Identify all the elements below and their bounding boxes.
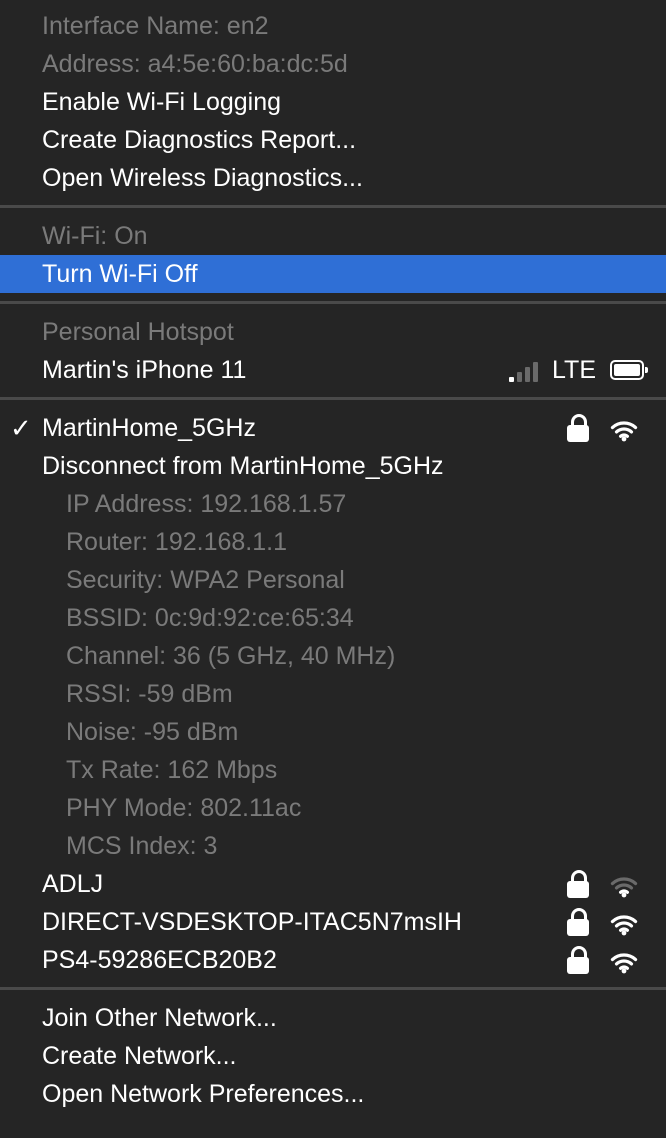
open-wireless-diagnostics-item[interactable]: Open Wireless Diagnostics... — [0, 159, 666, 197]
wifi-status: Wi-Fi: On — [42, 222, 148, 250]
network-name: PS4-59286ECB20B2 — [42, 946, 277, 974]
separator — [0, 397, 666, 400]
separator — [0, 987, 666, 990]
lock-icon — [566, 869, 590, 899]
join-other-network-item[interactable]: Join Other Network... — [0, 999, 666, 1037]
detail-rssi: RSSI: -59 dBm — [66, 680, 233, 708]
network-item-direct-vsdesktop[interactable]: DIRECT-VSDESKTOP-ITAC5N7msIH — [0, 903, 666, 941]
separator — [0, 301, 666, 304]
wifi-menu: Interface Name: en2 Address: a4:5e:60:ba… — [0, 0, 666, 1138]
network-name: DIRECT-VSDESKTOP-ITAC5N7msIH — [42, 908, 462, 936]
detail-router: Router: 192.168.1.1 — [66, 528, 287, 556]
detail-ip-address: IP Address: 192.168.1.57 — [66, 490, 347, 518]
cellular-signal-icon — [509, 362, 538, 382]
detail-tx-rate: Tx Rate: 162 Mbps — [66, 756, 278, 784]
separator — [0, 205, 666, 208]
detail-security: Security: WPA2 Personal — [66, 566, 345, 594]
wifi-signal-icon — [604, 907, 644, 937]
hotspot-device-item[interactable]: Martin's iPhone 11 LTE — [0, 351, 666, 389]
network-item-adlj[interactable]: ADLJ — [0, 865, 666, 903]
personal-hotspot-header: Personal Hotspot — [42, 318, 234, 346]
detail-phy-mode: PHY Mode: 802.11ac — [66, 794, 302, 822]
wifi-signal-icon — [604, 869, 644, 899]
detail-mcs-index: MCS Index: 3 — [66, 832, 218, 860]
checkmark-icon: ✓ — [10, 413, 32, 443]
turn-wifi-off-item[interactable]: Turn Wi-Fi Off — [0, 255, 666, 293]
network-type-label: LTE — [552, 356, 596, 384]
detail-noise: Noise: -95 dBm — [66, 718, 239, 746]
network-item-ps4[interactable]: PS4-59286ECB20B2 — [0, 941, 666, 979]
lock-icon — [566, 907, 590, 937]
hotspot-device-name: Martin's iPhone 11 — [42, 356, 247, 384]
detail-channel: Channel: 36 (5 GHz, 40 MHz) — [66, 642, 396, 670]
create-diagnostics-report-item[interactable]: Create Diagnostics Report... — [0, 121, 666, 159]
disconnect-item[interactable]: Disconnect from MartinHome_5GHz — [0, 447, 666, 485]
interface-name: Interface Name: en2 — [42, 12, 269, 40]
open-network-preferences-item[interactable]: Open Network Preferences... — [0, 1075, 666, 1113]
detail-bssid: BSSID: 0c:9d:92:ce:65:34 — [66, 604, 354, 632]
wifi-signal-icon — [604, 945, 644, 975]
lock-icon — [566, 945, 590, 975]
network-name: ADLJ — [42, 870, 104, 898]
wifi-signal-icon — [604, 413, 644, 443]
lock-icon — [566, 413, 590, 443]
battery-icon — [610, 360, 648, 380]
interface-address: Address: a4:5e:60:ba:dc:5d — [42, 50, 348, 78]
current-network-item[interactable]: ✓ MartinHome_5GHz — [0, 409, 666, 447]
create-network-item[interactable]: Create Network... — [0, 1037, 666, 1075]
current-network-name: MartinHome_5GHz — [42, 414, 256, 442]
enable-wifi-logging-item[interactable]: Enable Wi-Fi Logging — [0, 83, 666, 121]
